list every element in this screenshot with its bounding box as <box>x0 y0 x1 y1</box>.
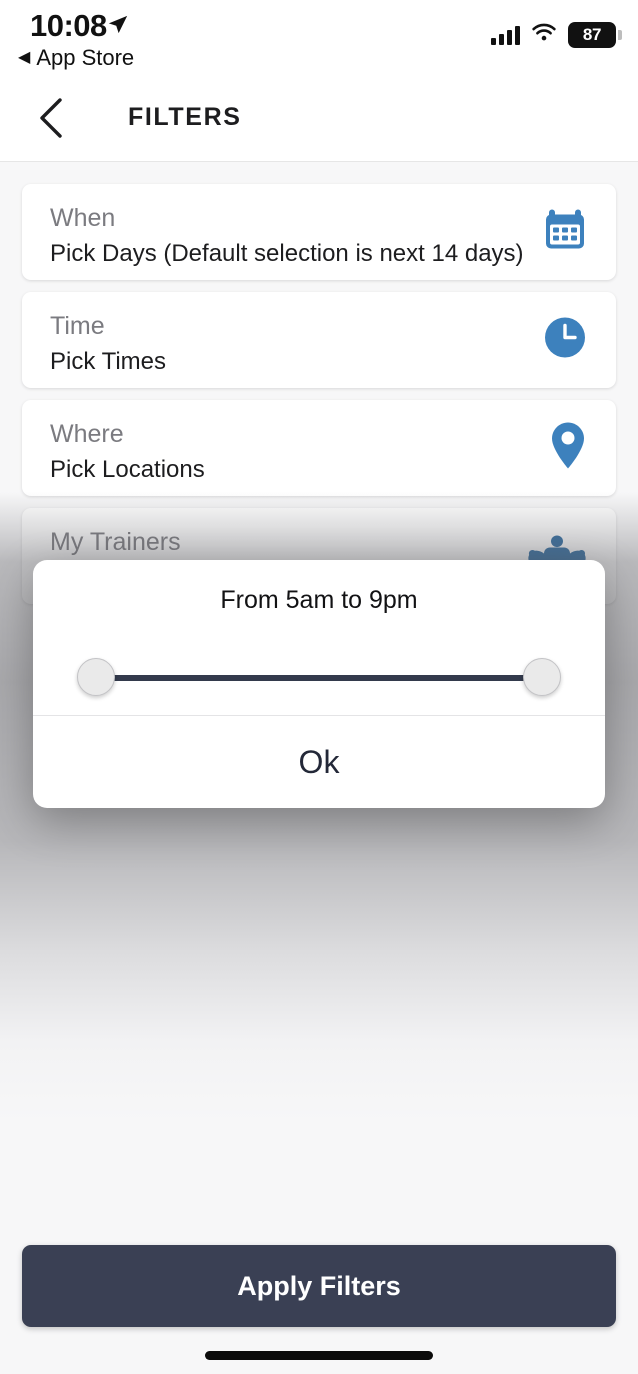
return-app-label: App Store <box>36 45 135 70</box>
back-button[interactable] <box>28 92 78 144</box>
status-bar: 10:08 ◀ App Store 87 <box>0 0 638 76</box>
slider-handle-start[interactable] <box>77 658 115 696</box>
time-range-slider[interactable] <box>77 656 561 700</box>
filter-subtitle: Pick Locations <box>50 456 205 483</box>
apply-filters-button[interactable]: Apply Filters <box>22 1245 616 1327</box>
slider-handle-end[interactable] <box>523 658 561 696</box>
status-indicators: 87 <box>491 22 622 48</box>
filter-card-where[interactable]: Where Pick Locations <box>22 400 616 496</box>
filter-title: My Trainers <box>50 528 181 556</box>
apply-filters-label: Apply Filters <box>237 1270 401 1301</box>
filter-card-when[interactable]: When Pick Days (Default selection is nex… <box>22 184 616 280</box>
battery-indicator: 87 <box>568 22 622 48</box>
clock-icon <box>542 315 588 366</box>
time-range-title: From 5am to 9pm <box>220 586 418 614</box>
back-triangle-icon: ◀ <box>18 49 31 66</box>
return-to-app-store-link[interactable]: ◀ App Store <box>18 45 134 71</box>
filter-title: Time <box>50 312 105 340</box>
cellular-signal-icon <box>491 25 520 45</box>
phone-screen: 10:08 ◀ App Store 87 FILTERS When Pick D… <box>0 0 638 1374</box>
battery-percent: 87 <box>582 25 602 44</box>
location-arrow-icon <box>107 14 129 41</box>
navigation-bar: FILTERS <box>0 76 638 162</box>
map-pin-icon <box>548 421 588 476</box>
calendar-icon <box>542 207 588 258</box>
page-title: FILTERS <box>128 103 242 131</box>
slider-track <box>95 675 543 681</box>
filter-title: When <box>50 204 116 232</box>
home-indicator <box>205 1351 433 1360</box>
filter-subtitle: Pick Days (Default selection is next 14 … <box>50 240 524 267</box>
status-time: 10:08 <box>30 8 107 43</box>
ok-button[interactable]: Ok <box>33 716 605 808</box>
filter-subtitle: Pick Times <box>50 348 167 375</box>
wifi-icon <box>531 23 557 48</box>
time-range-dialog: From 5am to 9pm Ok <box>33 560 605 808</box>
filter-card-time[interactable]: Time Pick Times <box>22 292 616 388</box>
filter-title: Where <box>50 420 124 448</box>
